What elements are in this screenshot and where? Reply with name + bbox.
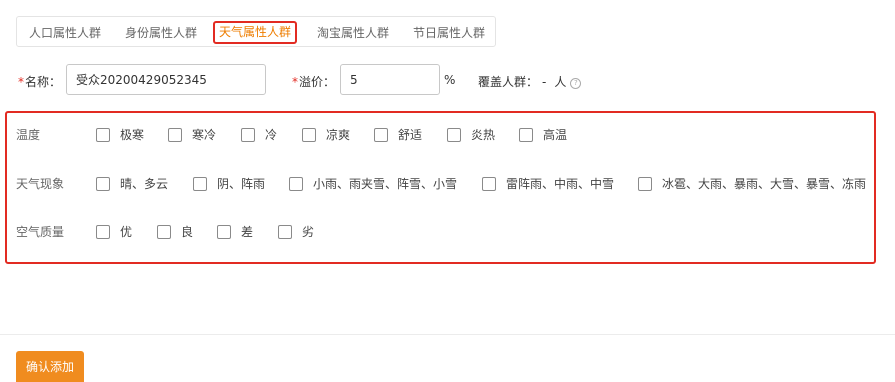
option-label: 高温 <box>543 128 568 142</box>
checkbox[interactable] <box>157 224 171 239</box>
air-option-good[interactable]: 良 <box>157 223 193 240</box>
name-label-text: 名称： <box>25 75 62 89</box>
air-option-excellent[interactable]: 优 <box>96 223 132 240</box>
checkbox[interactable] <box>482 176 496 191</box>
confirm-add-button[interactable]: 确认添加 <box>16 351 84 382</box>
temp-option-comfortable[interactable]: 舒适 <box>374 126 422 143</box>
required-mark: * <box>292 75 298 89</box>
premium-label-text: 溢价： <box>299 75 336 89</box>
temp-option-fresh[interactable]: 凉爽 <box>302 126 350 143</box>
option-label: 晴、多云 <box>120 177 169 191</box>
coverage: 覆盖人群： - 人? <box>478 73 582 90</box>
checkbox[interactable] <box>447 127 461 142</box>
checkbox[interactable] <box>638 176 652 191</box>
option-label: 小雨、雨夹雪、阵雪、小雪 <box>313 177 458 191</box>
help-icon[interactable]: ? <box>570 78 582 89</box>
checkbox[interactable] <box>168 127 182 142</box>
temp-option-extreme-cold[interactable]: 极寒 <box>96 126 144 143</box>
option-label: 良 <box>181 225 194 239</box>
attribute-tab-bar: 人口属性人群 身份属性人群 天气属性人群 淘宝属性人群 节日属性人群 <box>16 16 496 47</box>
option-label: 寒冷 <box>192 128 217 142</box>
option-label: 炎热 <box>471 128 496 142</box>
weather-option-hail[interactable]: 冰雹、大雨、暴雨、大雪、暴雪、冻雨 <box>638 175 866 192</box>
temp-option-high-temp[interactable]: 高温 <box>519 126 567 143</box>
name-input[interactable] <box>66 64 266 95</box>
weather-option-light-rain[interactable]: 小雨、雨夹雪、阵雪、小雪 <box>289 175 457 192</box>
weather-option-thunderstorm[interactable]: 雷阵雨、中雨、中雪 <box>482 175 614 192</box>
option-label: 差 <box>241 225 254 239</box>
checkbox[interactable] <box>96 176 110 191</box>
option-label: 冰雹、大雨、暴雨、大雪、暴雪、冻雨 <box>662 177 867 191</box>
option-label: 阴、阵雨 <box>217 177 266 191</box>
weather-label: 天气现象 <box>16 177 65 191</box>
checkbox[interactable] <box>96 127 110 142</box>
checkbox[interactable] <box>302 127 316 142</box>
checkbox[interactable] <box>217 224 231 239</box>
option-label: 舒适 <box>398 128 423 142</box>
premium-label: *溢价： <box>292 73 335 90</box>
temp-option-hot[interactable]: 炎热 <box>447 126 495 143</box>
checkbox[interactable] <box>374 127 388 142</box>
coverage-value: - <box>542 75 547 89</box>
air-quality-label: 空气质量 <box>16 225 65 239</box>
temperature-label: 温度 <box>16 128 41 142</box>
checkbox[interactable] <box>278 224 292 239</box>
checkbox[interactable] <box>519 127 533 142</box>
footer-divider <box>0 334 895 335</box>
temp-option-cold[interactable]: 寒冷 <box>168 126 216 143</box>
option-label: 劣 <box>302 225 315 239</box>
checkbox[interactable] <box>193 176 207 191</box>
coverage-label: 覆盖人群： <box>478 75 539 89</box>
premium-unit: % <box>444 73 456 87</box>
option-label: 极寒 <box>120 128 145 142</box>
option-label: 雷阵雨、中雨、中雪 <box>506 177 615 191</box>
tab-identity[interactable]: 身份属性人群 <box>125 24 197 41</box>
weather-option-sunny[interactable]: 晴、多云 <box>96 175 168 192</box>
air-option-bad[interactable]: 劣 <box>278 223 314 240</box>
name-label: *名称： <box>18 73 61 90</box>
checkbox[interactable] <box>96 224 110 239</box>
option-label: 凉爽 <box>326 128 351 142</box>
required-mark: * <box>18 75 24 89</box>
checkbox[interactable] <box>289 176 303 191</box>
coverage-unit: 人 <box>554 75 567 89</box>
tab-holiday[interactable]: 节日属性人群 <box>413 24 485 41</box>
tab-population[interactable]: 人口属性人群 <box>29 24 101 41</box>
air-option-poor[interactable]: 差 <box>217 223 253 240</box>
tab-taobao[interactable]: 淘宝属性人群 <box>317 24 389 41</box>
option-label: 优 <box>120 225 133 239</box>
checkbox[interactable] <box>241 127 255 142</box>
weather-option-overcast[interactable]: 阴、阵雨 <box>193 175 265 192</box>
temp-option-cool[interactable]: 冷 <box>241 126 277 143</box>
premium-input[interactable] <box>340 64 440 95</box>
tab-weather[interactable]: 天气属性人群 <box>213 21 298 44</box>
option-label: 冷 <box>265 128 278 142</box>
